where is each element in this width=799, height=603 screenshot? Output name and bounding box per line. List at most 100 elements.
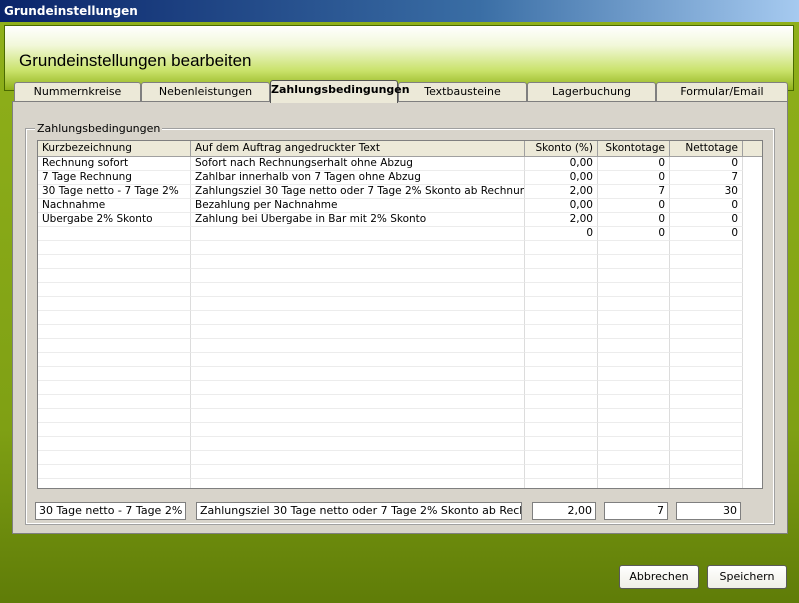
cell-skonto: 0,00 [525, 157, 598, 171]
table-row-new[interactable]: 0 0 0 [38, 227, 762, 241]
tab-nebenleistungen[interactable]: Nebenleistungen [141, 82, 270, 102]
payment-terms-table[interactable]: Kurzbezeichnung Auf dem Auftrag angedruc… [37, 140, 763, 489]
short-description-input[interactable]: 30 Tage netto - 7 Tage 2% [35, 502, 186, 520]
cell-skontotage: 0 [598, 213, 670, 227]
empty-cell [38, 353, 191, 367]
empty-cell [598, 423, 670, 437]
empty-cell [191, 367, 525, 381]
empty-cell [598, 311, 670, 325]
skontotage-input[interactable]: 7 [604, 502, 668, 520]
save-button[interactable]: Speichern [707, 565, 787, 589]
empty-cell [525, 437, 598, 451]
empty-cell [191, 451, 525, 465]
table-row-empty [38, 437, 762, 451]
tab-page-zahlungsbedingungen: Zahlungsbedingungen Kurzbezeichnung Auf … [12, 101, 788, 534]
tab-strip: Nummernkreise Nebenleistungen Zahlungsbe… [12, 80, 788, 103]
table-row-empty [38, 297, 762, 311]
empty-cell [670, 451, 743, 465]
empty-cell [38, 465, 191, 479]
table-header: Kurzbezeichnung Auf dem Auftrag angedruc… [38, 141, 762, 157]
empty-cell [38, 437, 191, 451]
window-titlebar[interactable]: Grundeinstellungen [0, 0, 799, 22]
table-row-empty [38, 353, 762, 367]
tab-lagerbuchung[interactable]: Lagerbuchung [527, 82, 656, 102]
column-header-nettotage[interactable]: Nettotage [670, 141, 743, 157]
empty-cell [38, 241, 191, 255]
empty-cell [191, 269, 525, 283]
tab-nummernkreise[interactable]: Nummernkreise [14, 82, 141, 102]
column-header-text[interactable]: Auf dem Auftrag angedruckter Text [191, 141, 525, 157]
empty-cell [38, 479, 191, 488]
empty-cell [525, 451, 598, 465]
cell-text: Zahlungsziel 30 Tage netto oder 7 Tage 2… [191, 185, 525, 199]
cell-text: Sofort nach Rechnungserhalt ohne Abzug [191, 157, 525, 171]
empty-cell [191, 311, 525, 325]
tab-textbausteine[interactable]: Textbausteine [398, 82, 527, 102]
empty-cell [598, 451, 670, 465]
nettotage-input[interactable]: 30 [676, 502, 741, 520]
cell-nettotage: 0 [670, 213, 743, 227]
empty-cell [598, 255, 670, 269]
empty-cell [598, 339, 670, 353]
empty-cell [670, 339, 743, 353]
cell-text: Zahlung bei Übergabe in Bar mit 2% Skont… [191, 213, 525, 227]
empty-cell [670, 353, 743, 367]
empty-cell [38, 255, 191, 269]
cell-nettotage: 0 [670, 157, 743, 171]
cell-skontotage: 7 [598, 185, 670, 199]
empty-cell [598, 465, 670, 479]
cell-kurzbezeichnung: 30 Tage netto - 7 Tage 2% [38, 185, 191, 199]
empty-cell [38, 325, 191, 339]
empty-cell [191, 325, 525, 339]
empty-cell [38, 311, 191, 325]
cell-skontotage: 0 [598, 171, 670, 185]
empty-cell [670, 423, 743, 437]
table-row-empty [38, 381, 762, 395]
cell-kurzbezeichnung: Nachnahme [38, 199, 191, 213]
empty-cell [191, 297, 525, 311]
column-header-skontotage[interactable]: Skontotage [598, 141, 670, 157]
empty-cell [525, 367, 598, 381]
cell-kurzbezeichnung: Übergabe 2% Skonto [38, 213, 191, 227]
empty-cell [38, 451, 191, 465]
empty-cell [38, 409, 191, 423]
tab-zahlungsbedingungen[interactable]: Zahlungsbedingungen [270, 80, 410, 103]
empty-cell [525, 283, 598, 297]
empty-cell [38, 423, 191, 437]
table-row-empty [38, 241, 762, 255]
empty-cell [670, 325, 743, 339]
skonto-input[interactable]: 2,00 [532, 502, 596, 520]
empty-cell [598, 381, 670, 395]
tab-formular-email[interactable]: Formular/Email [656, 82, 788, 102]
empty-cell [191, 465, 525, 479]
cancel-button[interactable]: Abbrechen [619, 565, 699, 589]
table-row-empty [38, 479, 762, 488]
table-row[interactable]: Übergabe 2% Skonto Zahlung bei Übergabe … [38, 213, 762, 227]
cell-kurzbezeichnung: 7 Tage Rechnung [38, 171, 191, 185]
table-row[interactable]: Rechnung sofort Sofort nach Rechnungserh… [38, 157, 762, 171]
print-text-input[interactable]: Zahlungsziel 30 Tage netto oder 7 Tage 2… [196, 502, 522, 520]
empty-cell [670, 255, 743, 269]
empty-cell [525, 269, 598, 283]
empty-cell [525, 395, 598, 409]
empty-cell [598, 353, 670, 367]
empty-cell [525, 479, 598, 488]
empty-cell [191, 479, 525, 488]
window-title: Grundeinstellungen [4, 4, 138, 18]
table-row-empty [38, 423, 762, 437]
column-header-kurzbezeichnung[interactable]: Kurzbezeichnung [38, 141, 191, 157]
empty-cell [191, 381, 525, 395]
table-row[interactable]: 7 Tage Rechnung Zahlbar innerhalb von 7 … [38, 171, 762, 185]
empty-cell [670, 395, 743, 409]
cell-nettotage: 0 [670, 199, 743, 213]
cell-skontotage: 0 [598, 157, 670, 171]
empty-cell [598, 395, 670, 409]
column-header-skonto[interactable]: Skonto (%) [525, 141, 598, 157]
table-row[interactable]: 30 Tage netto - 7 Tage 2% Zahlungsziel 3… [38, 185, 762, 199]
empty-cell [38, 269, 191, 283]
empty-cell [38, 297, 191, 311]
table-row[interactable]: Nachnahme Bezahlung per Nachnahme 0,00 0… [38, 199, 762, 213]
empty-cell [670, 241, 743, 255]
cell-nettotage: 30 [670, 185, 743, 199]
empty-cell [38, 381, 191, 395]
